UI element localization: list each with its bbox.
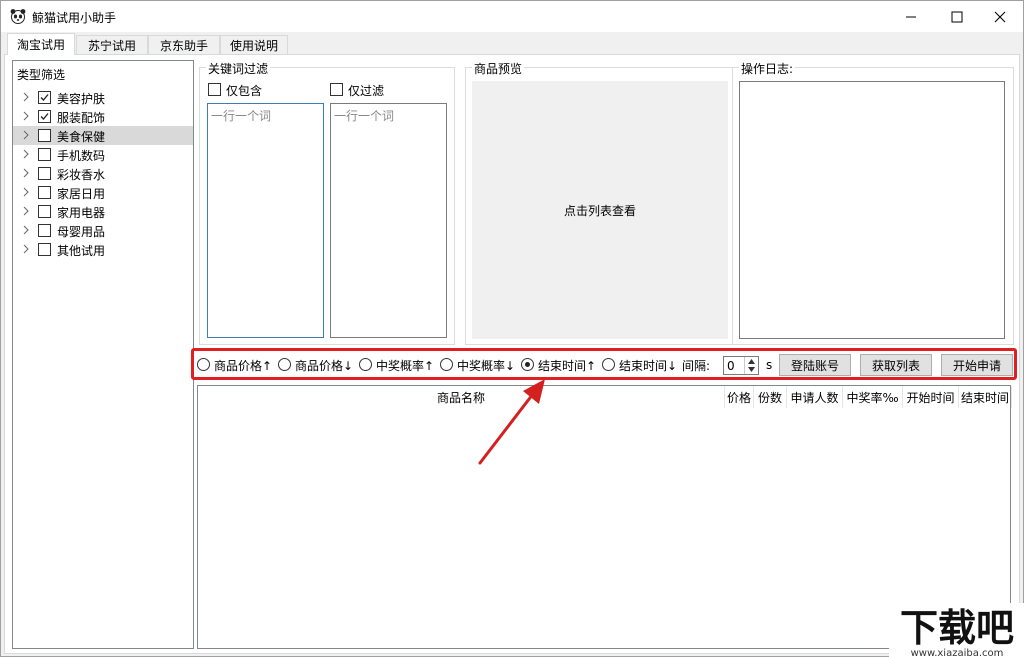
maximize-button[interactable] [934,1,980,32]
preview-hint: 点击列表查看 [564,202,636,219]
checkbox-makeup[interactable] [38,167,51,180]
tab-jd[interactable]: 京东助手 [148,35,220,54]
sort-endtime-asc-radio[interactable] [521,358,534,371]
product-preview-area[interactable]: 点击列表查看 [472,81,728,339]
chevron-right-icon[interactable] [21,224,31,236]
sort-price-asc-radio[interactable] [197,358,210,371]
sort-price-desc-label: 商品价格↓ [295,357,353,374]
xiazaiba-logo: 下载吧 www.xiazaiba.com [889,603,1024,657]
panda-app-icon [10,8,26,24]
col-applicants[interactable]: 申请人数 [787,386,843,408]
interval-spinner[interactable]: 0 [723,356,759,375]
minimize-icon [905,11,917,23]
caret-down-icon [748,367,755,372]
tree-item-other[interactable]: 其他试用 [13,240,193,259]
window-title: 鲸猫试用小助手 [32,9,116,26]
exclude-keywords-textarea[interactable]: 一行一个词 [330,103,447,338]
tree-item-makeup[interactable]: 彩妆香水 [13,164,193,183]
col-end-time[interactable]: 结束时间 [959,386,1012,408]
exclude-only-label: 仅过滤 [348,82,384,99]
sort-winrate-desc-label: 中奖概率↓ [457,357,515,374]
title-bar: 鲸猫试用小助手 [1,1,1023,32]
category-tree-title: 类型筛选 [17,66,65,83]
chevron-right-icon[interactable] [21,167,31,179]
minimize-button[interactable] [888,1,934,32]
tree-item-appliances[interactable]: 家用电器 [13,202,193,221]
watermark: 下载吧 www.xiazaiba.com [889,603,1024,657]
category-tree: 类型筛选 美容护肤 服装配饰 美食保健 手机数码 [12,60,194,649]
interval-unit: s [766,358,772,372]
include-only-label: 仅包含 [226,82,262,99]
sort-winrate-asc-radio[interactable] [359,358,372,371]
interval-label: 间隔: [682,357,710,374]
sort-endtime-asc-label: 结束时间↑ [538,357,596,374]
checkbox-other[interactable] [38,243,51,256]
spin-up-button[interactable] [745,357,758,365]
col-price[interactable]: 价格 [725,386,754,408]
start-apply-button[interactable]: 开始申请 [941,354,1013,376]
sort-endtime-desc-label: 结束时间↓ [619,357,677,374]
checkmark-icon [39,111,50,122]
sort-price-desc-radio[interactable] [278,358,291,371]
close-button[interactable] [977,1,1023,32]
caret-up-icon [748,359,755,364]
preview-title: 商品预览 [472,60,524,77]
login-button[interactable]: 登陆账号 [779,354,851,376]
log-title: 操作日志: [739,60,795,77]
keyword-filter-title: 关键词过滤 [206,60,270,77]
checkbox-beauty[interactable] [38,91,51,104]
app-window: 鲸猫试用小助手 淘宝试用 苏宁试用 京东助手 使用说明 类型筛选 美容护肤 [0,0,1024,657]
fetch-list-button[interactable]: 获取列表 [860,354,932,376]
tree-item-baby[interactable]: 母婴用品 [13,221,193,240]
svg-text:下载吧: 下载吧 [900,606,1014,650]
checkbox-baby[interactable] [38,224,51,237]
spin-down-button[interactable] [745,365,758,373]
chevron-right-icon[interactable] [21,91,31,103]
sort-winrate-desc-radio[interactable] [440,358,453,371]
tree-item-household[interactable]: 家居日用 [13,183,193,202]
tree-item-apparel[interactable]: 服装配饰 [13,107,193,126]
checkbox-apparel[interactable] [38,110,51,123]
checkbox-digital[interactable] [38,148,51,161]
col-product-name[interactable]: 商品名称 [198,386,725,408]
annotation-arrow-icon [471,373,551,468]
sort-price-asc-label: 商品价格↑ [214,357,272,374]
checkbox-household[interactable] [38,186,51,199]
tree-item-digital[interactable]: 手机数码 [13,145,193,164]
chevron-right-icon[interactable] [21,148,31,160]
close-icon [994,11,1006,23]
sort-endtime-desc-radio[interactable] [602,358,615,371]
include-keywords-textarea[interactable]: 一行一个词 [207,103,324,338]
checkmark-icon [39,92,50,103]
tab-help[interactable]: 使用说明 [220,35,288,54]
chevron-right-icon[interactable] [21,186,31,198]
checkbox-appliances[interactable] [38,205,51,218]
list-header: 商品名称 价格 份数 申请人数 中奖率‰ 开始时间 结束时间 [198,386,1010,408]
exclude-only-checkbox[interactable] [330,83,343,96]
chevron-right-icon[interactable] [21,243,31,255]
svg-text:www.xiazaiba.com: www.xiazaiba.com [911,648,1004,657]
tab-taobao[interactable]: 淘宝试用 [7,33,75,55]
maximize-icon [951,11,963,23]
col-quantity[interactable]: 份数 [754,386,787,408]
chevron-right-icon[interactable] [21,129,31,141]
col-start-time[interactable]: 开始时间 [903,386,959,408]
chevron-right-icon[interactable] [21,205,31,217]
operation-log-box[interactable] [739,81,1005,339]
checkbox-food[interactable] [38,129,51,142]
col-win-rate[interactable]: 中奖率‰ [843,386,903,408]
spinner-buttons [744,357,758,374]
tree-item-food[interactable]: 美食保健 [13,126,193,145]
sort-winrate-asc-label: 中奖概率↑ [376,357,434,374]
tab-suning[interactable]: 苏宁试用 [76,35,148,54]
tree-item-beauty[interactable]: 美容护肤 [13,88,193,107]
chevron-right-icon[interactable] [21,110,31,122]
include-only-checkbox[interactable] [208,83,221,96]
interval-value[interactable]: 0 [727,359,735,373]
